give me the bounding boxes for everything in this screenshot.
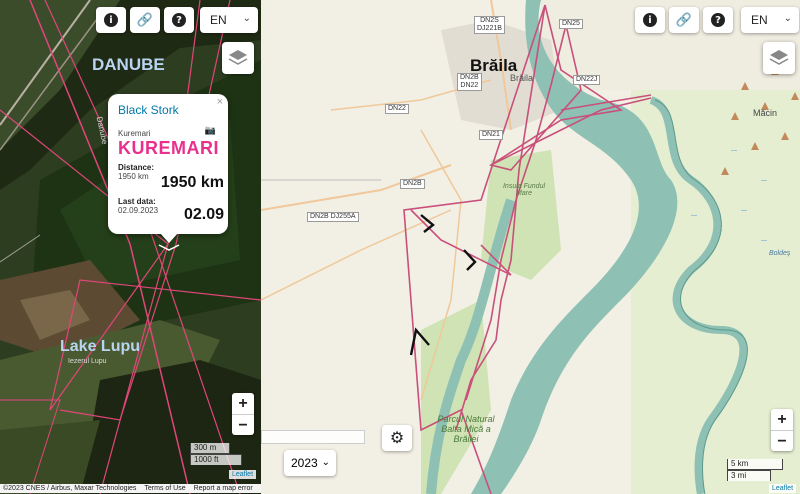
popup-distance-label: Distance: xyxy=(118,163,155,172)
bird-marker-icon[interactable] xyxy=(158,242,180,252)
camera-icon[interactable]: 📷 xyxy=(205,125,216,136)
scale-mi: 3 mi xyxy=(727,470,771,481)
help-button[interactable]: ? xyxy=(703,7,733,33)
settings-button[interactable]: ⚙ xyxy=(382,425,412,451)
scale-km: 5 km xyxy=(727,459,783,470)
road-label: DN22 xyxy=(385,104,409,114)
leaflet-link[interactable]: Leaflet xyxy=(769,484,797,493)
info-button[interactable]: i xyxy=(96,7,126,33)
bird-popup: × Black Stork Kuremari 📷 KUREMARI Distan… xyxy=(108,94,228,243)
scale-m: 300 m xyxy=(190,443,230,454)
year-select[interactable]: 2023 ⌄ xyxy=(284,450,336,476)
scale-ft: 1000 ft xyxy=(190,454,242,465)
timeline-slider[interactable] xyxy=(261,430,365,444)
link-button[interactable]: 🔗 xyxy=(669,7,699,33)
link-button[interactable]: 🔗 xyxy=(130,7,160,33)
leaflet-link[interactable]: Leaflet xyxy=(229,470,257,479)
layers-icon xyxy=(228,50,248,65)
leaflet-link-text: Leaflet xyxy=(772,485,794,492)
zoom-out-button[interactable]: − xyxy=(232,414,254,435)
help-icon: ? xyxy=(172,13,186,27)
layers-button[interactable] xyxy=(222,42,254,74)
chevron-down-icon: ⌄ xyxy=(242,13,251,24)
year-value: 2023 xyxy=(291,456,318,470)
zoom-control: + − xyxy=(232,393,254,435)
label-park: Parcul Natural Balta Mică a Brăilei xyxy=(437,414,495,444)
attribution-bar: ©2023 CNES / Airbus, Maxar Technologies … xyxy=(0,484,261,493)
attribution-text: ©2023 CNES / Airbus, Maxar Technologies xyxy=(3,485,137,492)
road-label: DN2B DJ255A xyxy=(307,212,359,222)
label-city-small: Brăila xyxy=(510,73,534,83)
label-insula: Insula Fundul Mare xyxy=(502,183,546,197)
zoom-out-button[interactable]: − xyxy=(771,430,793,451)
terms-link[interactable]: Terms of Use xyxy=(144,485,185,492)
chevron-down-icon: ⌄ xyxy=(783,13,792,24)
scale-bar: 300 m 1000 ft xyxy=(190,443,242,465)
link-icon: 🔗 xyxy=(136,12,154,27)
popup-last-label: Last data: xyxy=(118,197,156,206)
popup-species[interactable]: Black Stork xyxy=(118,103,218,117)
road-label: DN21 xyxy=(479,130,503,140)
road-label: DN25 xyxy=(559,19,583,29)
satellite-map[interactable]: i 🔗 ? EN ⌄ DANUBE Danube Lake Lupu Iezeru… xyxy=(0,0,261,494)
label-lake-lupu-small: Iezerul Lupu xyxy=(68,358,107,365)
leaflet-link-text: Leaflet xyxy=(232,471,254,478)
popup-last-value: 02.09 xyxy=(183,206,224,223)
popup-close-button[interactable]: × xyxy=(217,96,223,108)
popup-name-small: Kuremari xyxy=(118,129,151,138)
report-error-link[interactable]: Report a map error xyxy=(194,485,253,492)
help-icon: ? xyxy=(711,13,725,27)
layers-icon xyxy=(769,50,789,65)
layers-button[interactable] xyxy=(763,42,795,74)
popup-distance-value: 1950 km xyxy=(160,174,224,191)
gear-icon: ⚙ xyxy=(389,430,405,447)
language-select[interactable]: EN ⌄ xyxy=(741,7,799,33)
scale-bar: 5 km 3 mi xyxy=(727,459,783,481)
popup-name: KUREMARI xyxy=(118,138,219,158)
label-danube: DANUBE xyxy=(92,55,165,74)
language-select[interactable]: EN ⌄ xyxy=(200,7,258,33)
label-lake-lupu: Lake Lupu xyxy=(60,338,141,355)
link-icon: 🔗 xyxy=(675,12,693,27)
help-button[interactable]: ? xyxy=(164,7,194,33)
language-value: EN xyxy=(210,13,227,27)
road-label: DN2B xyxy=(400,179,425,189)
label-town-macin: Măcin xyxy=(753,108,778,118)
info-icon: i xyxy=(104,13,118,27)
zoom-in-button[interactable]: + xyxy=(232,393,254,414)
zoom-in-button[interactable]: + xyxy=(771,409,793,430)
info-button[interactable]: i xyxy=(635,7,665,33)
zoom-control: + − xyxy=(771,409,793,451)
road-label: DN22J xyxy=(573,75,601,85)
language-value: EN xyxy=(751,13,768,27)
road-label: DN2S DJ221B xyxy=(474,16,505,34)
info-icon: i xyxy=(643,13,657,27)
street-map[interactable]: DN2S DJ221B DN25 DN2B DN22 DN22J DN22 DN21… xyxy=(261,0,800,494)
chevron-down-icon: ⌄ xyxy=(321,457,330,468)
label-boldesti: Boldeș xyxy=(769,250,791,257)
